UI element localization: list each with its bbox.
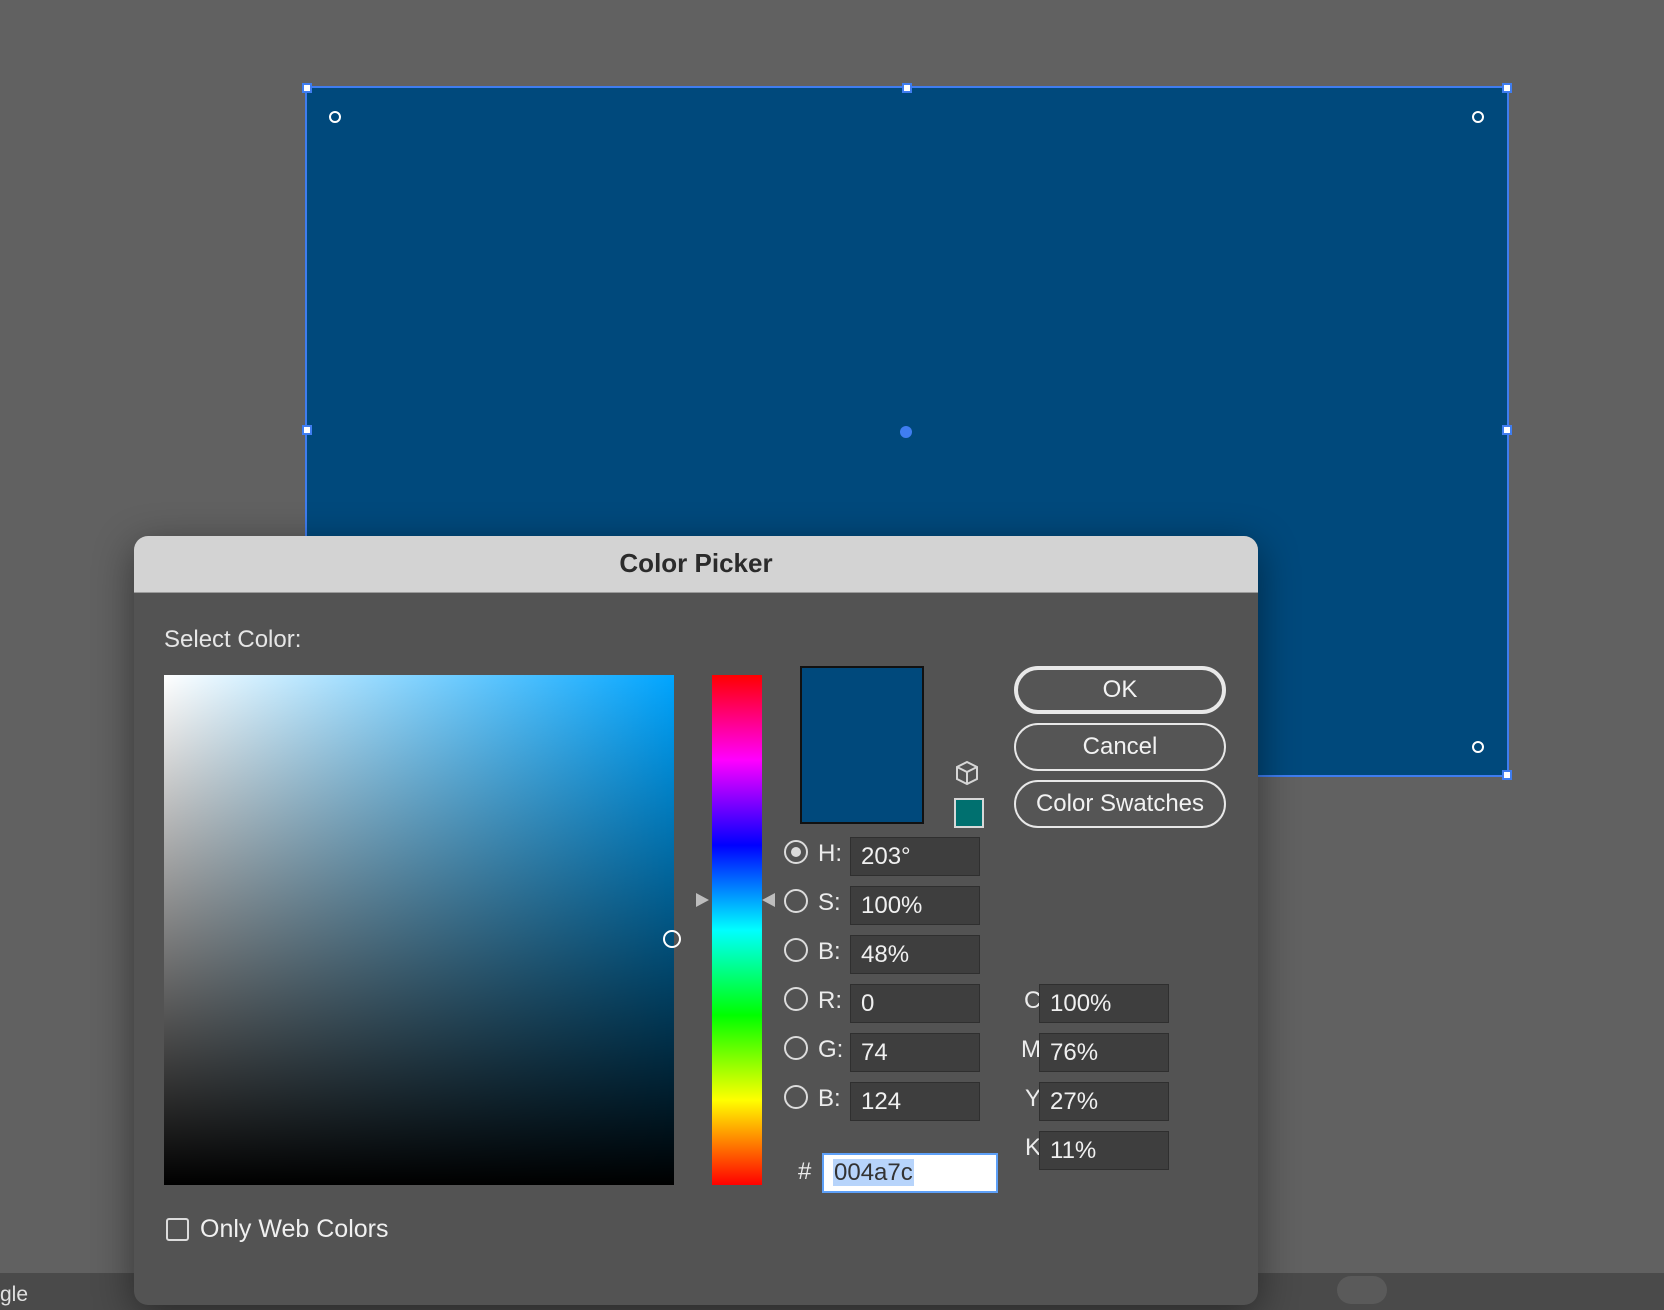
- brightness-label: B:: [818, 938, 841, 965]
- hue-field[interactable]: 203°: [850, 837, 980, 876]
- center-point[interactable]: [900, 426, 912, 438]
- resize-handle-middle-right[interactable]: [1502, 425, 1512, 435]
- only-web-colors-label: Only Web Colors: [200, 1215, 389, 1243]
- radio-hue[interactable]: [784, 840, 808, 864]
- saturation-field[interactable]: 100%: [850, 886, 980, 925]
- cyan-field[interactable]: 100%: [1039, 984, 1169, 1023]
- radio-blue[interactable]: [784, 1085, 808, 1109]
- resize-handle-top-right[interactable]: [1502, 83, 1512, 93]
- resize-handle-top-middle[interactable]: [902, 83, 912, 93]
- current-color-preview: [800, 666, 924, 824]
- hue-slider[interactable]: [712, 675, 762, 1185]
- gamut-warning-swatch[interactable]: [954, 798, 984, 828]
- corner-radius-widget-top-left[interactable]: [329, 111, 341, 123]
- hue-slider-left-arrow[interactable]: [696, 893, 709, 907]
- dialog-titlebar[interactable]: Color Picker: [134, 536, 1258, 593]
- ok-button[interactable]: OK: [1014, 666, 1226, 714]
- red-label: R:: [818, 987, 842, 1014]
- resize-handle-middle-left[interactable]: [302, 425, 312, 435]
- hex-value: 004a7c: [833, 1159, 914, 1186]
- radio-saturation[interactable]: [784, 889, 808, 913]
- blue-label: B:: [818, 1085, 841, 1112]
- only-web-colors-checkbox[interactable]: [166, 1218, 189, 1241]
- select-color-label: Select Color:: [164, 626, 302, 653]
- color-swatches-button[interactable]: Color Swatches: [1014, 780, 1226, 828]
- radio-brightness[interactable]: [784, 938, 808, 962]
- saturation-label: S:: [818, 889, 841, 916]
- status-scroll-handle[interactable]: [1337, 1276, 1387, 1304]
- blue-field[interactable]: 124: [850, 1082, 980, 1121]
- hue-label: H:: [818, 840, 842, 867]
- hex-field[interactable]: 004a7c: [822, 1153, 998, 1193]
- color-picker-dialog: Color Picker Select Color: OK Cancel Col…: [134, 536, 1258, 1305]
- color-field-marker[interactable]: [663, 930, 681, 948]
- corner-radius-widget-bottom-right[interactable]: [1472, 741, 1484, 753]
- hex-label: #: [798, 1158, 812, 1185]
- magenta-field[interactable]: 76%: [1039, 1033, 1169, 1072]
- green-field[interactable]: 74: [850, 1033, 980, 1072]
- resize-handle-bottom-right[interactable]: [1502, 770, 1512, 780]
- saturation-brightness-field[interactable]: [164, 675, 674, 1185]
- status-tool-label: gle: [0, 1283, 29, 1306]
- cancel-button[interactable]: Cancel: [1014, 723, 1226, 771]
- radio-green[interactable]: [784, 1036, 808, 1060]
- resize-handle-top-left[interactable]: [302, 83, 312, 93]
- cube-icon[interactable]: [954, 760, 980, 786]
- red-field[interactable]: 0: [850, 984, 980, 1023]
- green-label: G:: [818, 1036, 844, 1063]
- hue-slider-right-arrow[interactable]: [762, 893, 775, 907]
- brightness-field[interactable]: 48%: [850, 935, 980, 974]
- corner-radius-widget-top-right[interactable]: [1472, 111, 1484, 123]
- yellow-field[interactable]: 27%: [1039, 1082, 1169, 1121]
- black-field[interactable]: 11%: [1039, 1131, 1169, 1170]
- dialog-title: Color Picker: [619, 548, 773, 578]
- radio-red[interactable]: [784, 987, 808, 1011]
